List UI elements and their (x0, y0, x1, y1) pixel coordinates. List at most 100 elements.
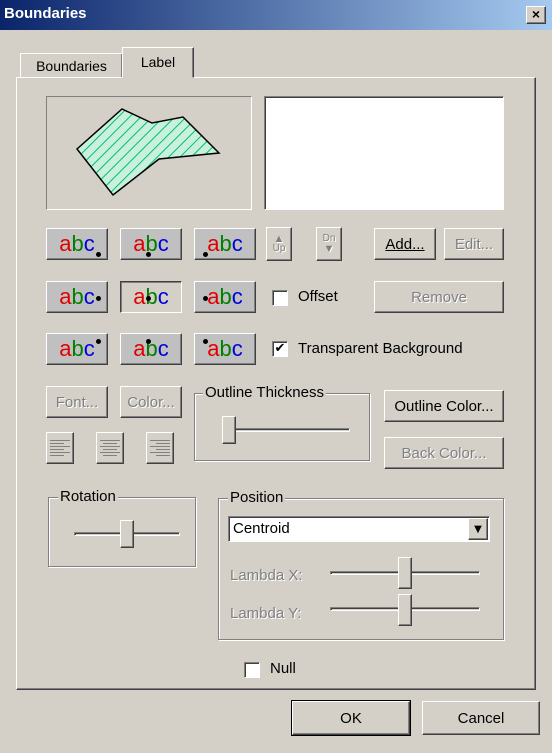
close-button[interactable]: × (526, 6, 546, 24)
anchor-dot-icon (203, 252, 208, 257)
font-button[interactable]: Font... (46, 386, 108, 418)
edit-button-label: Edit... (454, 235, 494, 253)
tab-boundaries[interactable]: Boundaries (20, 53, 123, 77)
align-right-icon[interactable] (146, 432, 174, 464)
sample-letter-b: b (219, 231, 232, 256)
align-center-icon[interactable] (96, 432, 124, 464)
color-button[interactable]: Color... (120, 386, 182, 418)
sample-letter-b: b (71, 336, 84, 361)
anchor-dot-icon (203, 296, 208, 301)
sample-letter-a: a (59, 284, 72, 309)
anchor-dot-icon (146, 252, 151, 257)
outline-thickness-slider[interactable] (222, 416, 236, 444)
cancel-button-label: Cancel (457, 709, 505, 727)
null-checkbox[interactable] (244, 662, 260, 678)
sample-letter-a: a (133, 336, 146, 361)
sample-letter-a: a (59, 336, 72, 361)
label-list[interactable] (264, 96, 504, 210)
rotation-slider[interactable] (120, 520, 134, 548)
cancel-button[interactable]: Cancel (422, 701, 540, 735)
outline-thickness-track (222, 428, 350, 432)
chevron-down-icon[interactable]: ▼ (468, 518, 488, 540)
placement-button-bottom-right[interactable]: abc (46, 228, 108, 260)
anchor-dot-icon (203, 339, 208, 344)
edit-button[interactable]: Edit... (444, 228, 504, 260)
back-color-label: Back Color... (401, 444, 487, 462)
ok-button[interactable]: OK (291, 700, 411, 736)
sample-letter-c: c (157, 231, 169, 256)
offset-label: Offset (298, 288, 338, 305)
sample-letter-a: a (207, 231, 220, 256)
null-label: Null (270, 660, 296, 677)
back-color-button[interactable]: Back Color... (384, 437, 504, 469)
outline-color-label: Outline Color... (394, 397, 494, 415)
outline-thickness-title: Outline Thickness (203, 384, 326, 401)
sample-letter-c: c (83, 231, 95, 256)
remove-button[interactable]: Remove (374, 281, 504, 313)
arrow-down-icon: ▼ (323, 243, 335, 255)
placement-sample-text: abc (133, 284, 169, 310)
tab-label[interactable]: Label (122, 47, 194, 78)
sample-letter-c: c (83, 284, 95, 309)
sample-letter-c: c (83, 336, 95, 361)
hatched-polygon-icon (75, 108, 221, 197)
sample-letter-c: c (231, 284, 243, 309)
placement-sample-text: abc (59, 284, 95, 310)
outline-thickness-group (194, 393, 370, 461)
placement-sample-text: abc (207, 231, 243, 257)
sample-letter-b: b (219, 284, 232, 309)
dropdown-arrow: ▼ (474, 523, 482, 535)
placement-button-top-right[interactable]: abc (46, 333, 108, 365)
polygon-preview (46, 96, 252, 210)
move-up-button[interactable]: ▲ Up (266, 227, 292, 261)
placement-sample-text: abc (59, 336, 95, 362)
placement-sample-text: abc (207, 336, 243, 362)
sample-letter-a: a (133, 284, 146, 309)
tab-boundaries-label: Boundaries (36, 58, 107, 74)
offset-checkbox[interactable] (272, 290, 288, 306)
check-icon: ✔ (274, 341, 286, 356)
sample-letter-c: c (157, 336, 169, 361)
lambda-y-slider[interactable] (398, 594, 412, 626)
sample-letter-b: b (71, 284, 84, 309)
anchor-dot-icon (146, 296, 151, 301)
placement-button-bottom-left[interactable]: abc (194, 228, 256, 260)
move-down-button[interactable]: Dn ▼ (316, 227, 342, 261)
outline-color-button[interactable]: Outline Color... (384, 390, 504, 422)
position-title: Position (228, 489, 286, 506)
placement-button-left[interactable]: abc (194, 281, 256, 313)
sample-letter-a: a (207, 336, 220, 361)
position-selected-value: Centroid (233, 520, 290, 537)
placement-button-top-center[interactable]: abc (120, 333, 182, 365)
add-button-label: Add... (385, 235, 425, 253)
font-button-label: Font... (55, 393, 99, 411)
sample-letter-c: c (231, 231, 243, 256)
sample-letter-c: c (157, 284, 169, 309)
sample-letter-b: b (71, 231, 84, 256)
align-left-icon[interactable] (46, 432, 74, 464)
rotation-title: Rotation (58, 488, 118, 505)
anchor-dot-icon (146, 339, 151, 344)
window-title: Boundaries (4, 5, 87, 22)
placement-button-top-left[interactable]: abc (194, 333, 256, 365)
lambda-y-label: Lambda Y: (230, 605, 302, 622)
sample-letter-a: a (207, 284, 220, 309)
sample-letter-a: a (133, 231, 146, 256)
ok-button-label: OK (340, 709, 362, 727)
placement-button-center[interactable]: abc (120, 281, 182, 313)
close-icon: × (531, 6, 541, 22)
placement-button-right[interactable]: abc (46, 281, 108, 313)
tab-label-label: Label (140, 54, 176, 70)
anchor-dot-icon (96, 296, 101, 301)
color-button-label: Color... (127, 393, 175, 411)
position-select[interactable]: Centroid ▼ (228, 516, 490, 542)
transparent-background-checkbox[interactable]: ✔ (272, 341, 288, 357)
remove-button-label: Remove (411, 288, 467, 306)
lambda-x-label: Lambda X: (230, 567, 303, 584)
placement-sample-text: abc (133, 231, 169, 257)
transparent-background-label: Transparent Background (298, 340, 463, 357)
anchor-dot-icon (96, 339, 101, 344)
add-button[interactable]: Add... (374, 228, 436, 260)
placement-button-bottom-center[interactable]: abc (120, 228, 182, 260)
lambda-x-slider[interactable] (398, 557, 412, 589)
